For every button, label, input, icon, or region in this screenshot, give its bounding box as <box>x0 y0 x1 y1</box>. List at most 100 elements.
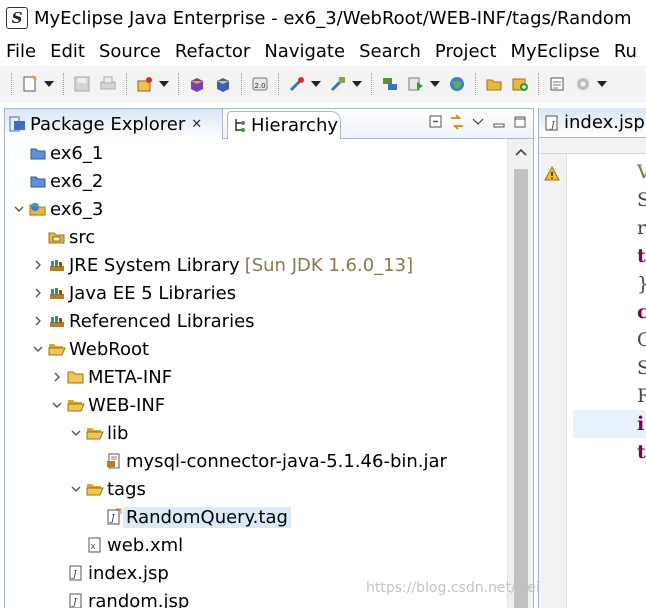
code-line[interactable]: i <box>573 410 646 438</box>
tree-item[interactable]: ex6_1 <box>11 139 103 167</box>
chevron-down-icon[interactable] <box>68 425 84 441</box>
project-closed-icon <box>29 172 47 190</box>
deploy-icon[interactable] <box>135 74 155 94</box>
code-line[interactable]: C <box>573 326 646 354</box>
tab-hierarchy-label: Hierarchy <box>251 115 339 136</box>
tree-item[interactable]: WebRoot <box>30 335 149 363</box>
code-line[interactable]: r <box>573 214 646 242</box>
code-line[interactable]: t <box>573 438 646 466</box>
scroll-up-chevron-icon[interactable] <box>508 139 534 165</box>
menu-myeclipse[interactable]: MyEclipse <box>504 41 607 62</box>
tree-item[interactable]: tags <box>68 475 146 503</box>
chevron-down-icon[interactable] <box>68 481 84 497</box>
close-icon[interactable]: ✕ <box>191 117 202 132</box>
tab-package-explorer[interactable]: Package Explorer ✕ <box>5 109 223 139</box>
tree-item-label: random.jsp <box>88 590 190 608</box>
tree-item[interactable]: ex6_2 <box>11 167 103 195</box>
package-explorer-view: Package Explorer ✕ Hierarchy ex6_1 ex6_2… <box>4 108 534 608</box>
browser-globe-icon[interactable] <box>447 74 467 94</box>
new-package-icon[interactable] <box>510 74 530 94</box>
tree-item[interactable]: Xweb.xml <box>68 531 183 559</box>
tree-item[interactable]: META-INF <box>49 363 172 391</box>
tree-item[interactable]: ex6_3 <box>11 195 103 223</box>
chevron-down-icon[interactable] <box>11 201 27 217</box>
tree-item-label: lib <box>107 422 129 444</box>
tree-item[interactable]: Referenced Libraries <box>30 307 255 335</box>
menu-file[interactable]: File <box>0 41 43 62</box>
chevron-right-icon[interactable] <box>30 285 46 301</box>
code-line[interactable]: c <box>573 298 646 326</box>
tree-item[interactable]: Jindex.jsp <box>49 559 169 587</box>
menu-project[interactable]: Project <box>428 41 504 62</box>
code-line[interactable]: R <box>573 382 646 410</box>
menu-search[interactable]: Search <box>352 41 428 62</box>
chevron-down-icon[interactable] <box>30 341 46 357</box>
code-line[interactable]: t <box>573 242 646 270</box>
deploy-dropdown-icon[interactable] <box>159 81 169 87</box>
folder-open-icon <box>86 424 104 442</box>
minimize-icon[interactable] <box>490 113 508 131</box>
jsp-file-icon: J <box>545 115 558 131</box>
settings-gear-icon[interactable] <box>573 74 593 94</box>
tree-item[interactable]: J RandomQuery.tag <box>87 503 291 531</box>
code-line[interactable]: S <box>573 354 646 382</box>
scrollbar-thumb[interactable] <box>514 169 528 608</box>
maximize-icon[interactable] <box>511 113 529 131</box>
tree-item-label: index.jsp <box>88 562 169 584</box>
jdk-icon[interactable]: 2.0 <box>250 74 270 94</box>
tree-item-label: ex6_3 <box>50 198 104 220</box>
tree-item[interactable]: mysql-connector-java-5.1.46-bin.jar <box>87 447 447 475</box>
run-server-icon[interactable] <box>287 74 307 94</box>
run-dropdown-icon[interactable] <box>430 81 440 87</box>
tree-item[interactable]: lib <box>68 419 128 447</box>
tree-item-label: ex6_1 <box>50 142 104 164</box>
new-class-icon[interactable] <box>547 74 567 94</box>
tree-item[interactable]: JRE System Library [Sun JDK 1.6.0_13] <box>30 251 413 279</box>
menu-edit[interactable]: Edit <box>43 41 92 62</box>
ejb-icon[interactable] <box>187 74 207 94</box>
new-dropdown-icon[interactable] <box>44 81 54 87</box>
toolbar-separator <box>475 73 476 95</box>
open-folder-icon[interactable] <box>484 74 504 94</box>
warning-icon[interactable] <box>544 166 560 182</box>
vertical-scrollbar[interactable] <box>507 139 533 608</box>
chevron-down-icon[interactable] <box>49 397 65 413</box>
view-menu-chevron-down-icon[interactable] <box>469 113 487 131</box>
tree-item-label: WebRoot <box>69 338 150 360</box>
bean-icon[interactable] <box>213 74 233 94</box>
tree-item-label: RandomQuery.tag <box>123 506 291 528</box>
chevron-right-icon[interactable] <box>30 257 46 273</box>
tree-item[interactable]: Java EE 5 Libraries <box>30 279 236 307</box>
print-icon[interactable] <box>98 74 118 94</box>
link-with-editor-icon[interactable] <box>448 113 466 131</box>
toolbar-separator <box>178 73 179 95</box>
tree-item[interactable]: src <box>30 223 95 251</box>
chevron-right-icon[interactable] <box>49 369 65 385</box>
tree-item[interactable]: Jrandom.jsp <box>49 587 189 608</box>
tree-item-label: src <box>69 226 96 248</box>
debug-server-dropdown-icon[interactable] <box>352 81 362 87</box>
save-icon[interactable] <box>72 74 92 94</box>
menu-navigate[interactable]: Navigate <box>257 41 352 62</box>
menu-source[interactable]: Source <box>92 41 168 62</box>
menu-run[interactable]: Ru <box>607 41 644 62</box>
new-file-icon[interactable] <box>20 74 40 94</box>
code-line[interactable]: } <box>573 270 646 298</box>
run-icon[interactable] <box>406 74 426 94</box>
chevron-right-icon[interactable] <box>30 313 46 329</box>
tab-index-jsp[interactable]: J index.jsp <box>539 108 646 138</box>
tree-item[interactable]: WEB-INF <box>49 391 165 419</box>
menu-refactor[interactable]: Refactor <box>168 41 258 62</box>
package-explorer-icon <box>9 116 25 132</box>
tab-hierarchy[interactable]: Hierarchy <box>227 111 341 139</box>
settings-dropdown-icon[interactable] <box>597 81 607 87</box>
run-server-dropdown-icon[interactable] <box>311 81 321 87</box>
toolbar-separator <box>241 73 242 95</box>
servers-icon[interactable] <box>380 74 400 94</box>
myeclipse-logo-icon: S <box>6 7 28 29</box>
code-line[interactable]: V <box>573 158 646 186</box>
code-line[interactable]: S <box>573 186 646 214</box>
collapse-all-icon[interactable] <box>427 113 445 131</box>
debug-server-icon[interactable] <box>328 74 348 94</box>
